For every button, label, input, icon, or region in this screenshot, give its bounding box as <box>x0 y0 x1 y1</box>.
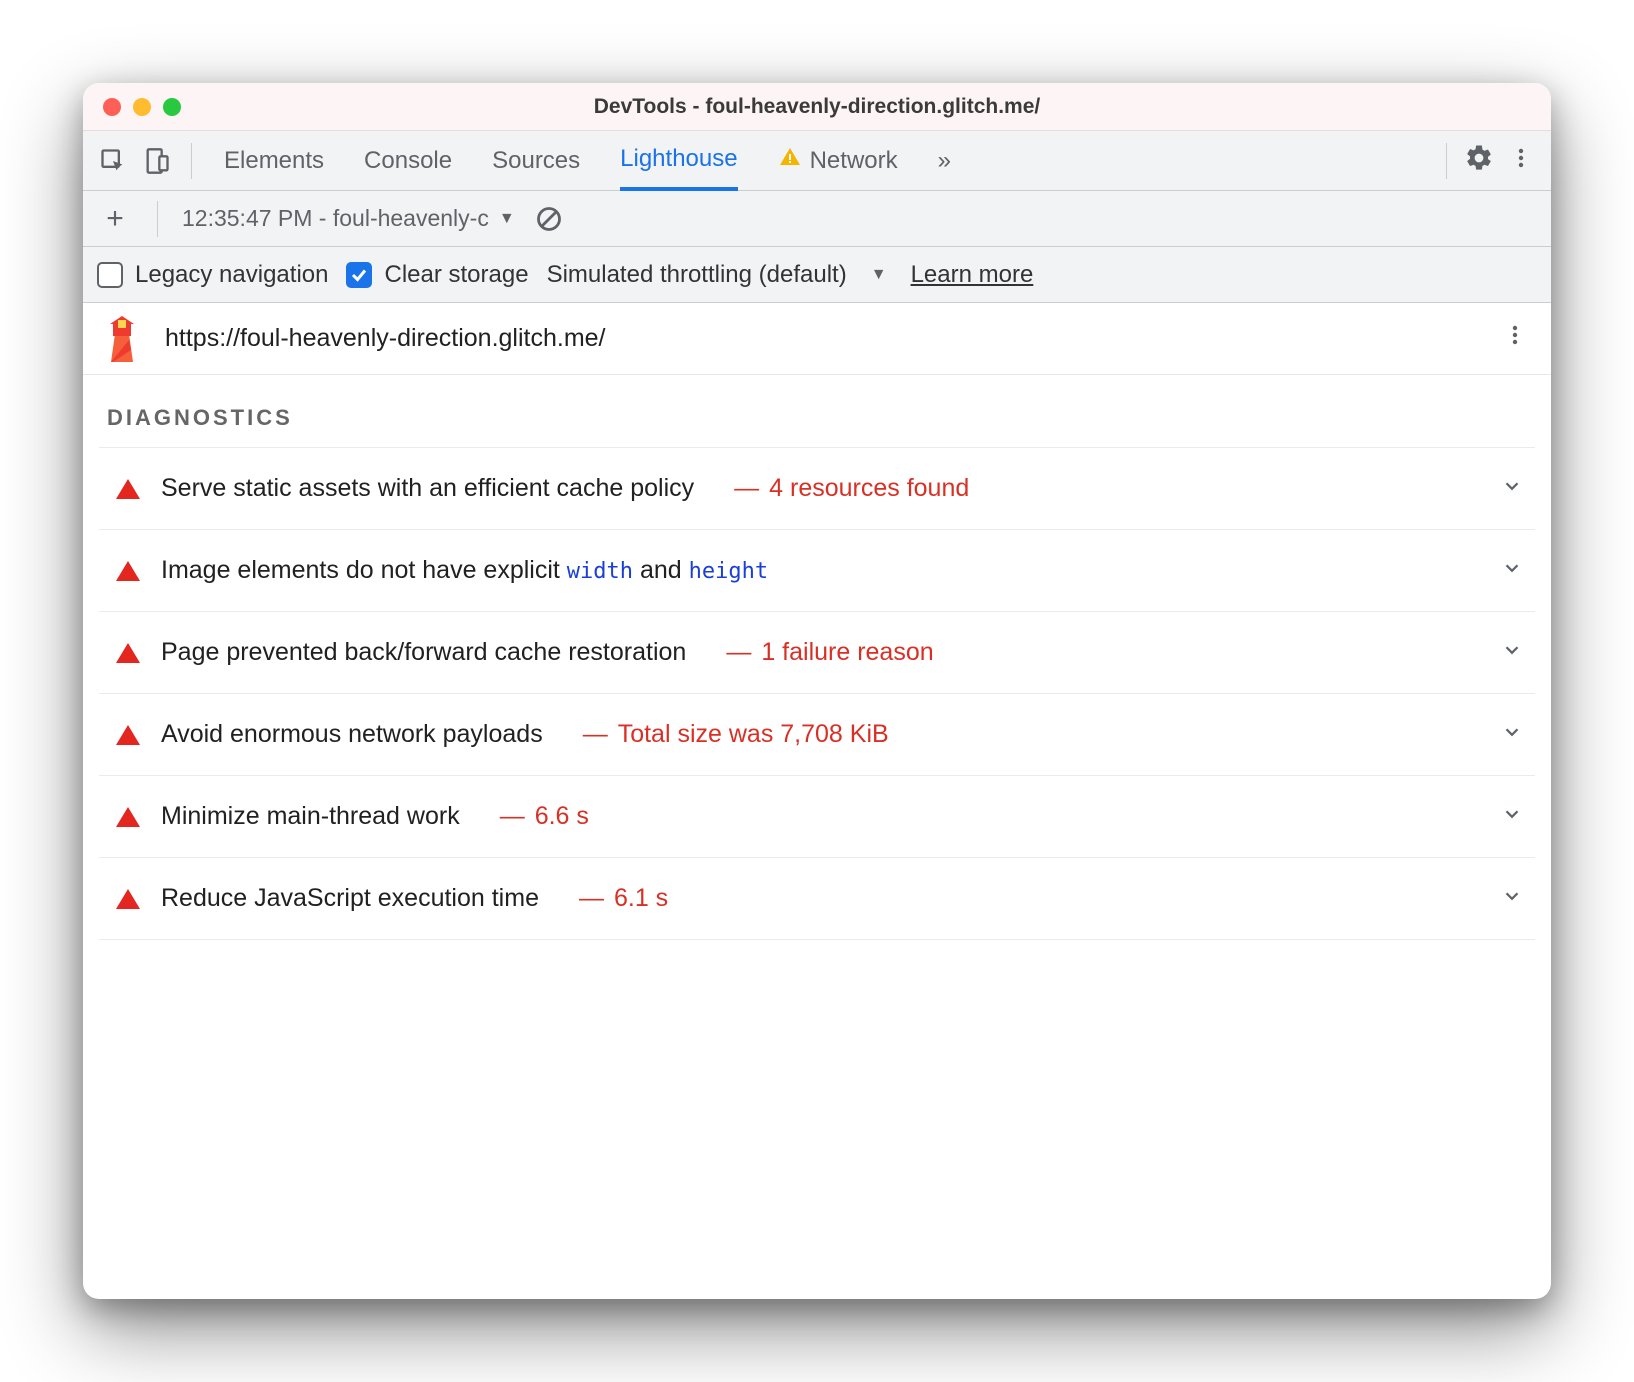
clear-report-button[interactable] <box>531 201 567 237</box>
chevron-down-icon <box>1501 639 1523 666</box>
fail-triangle-icon <box>117 725 139 745</box>
close-window-button[interactable] <box>103 98 121 116</box>
clear-icon <box>535 205 563 233</box>
audit-title: Reduce JavaScript execution time <box>161 884 539 913</box>
devtools-tabstrip: Elements Console Sources Lighthouse Netw… <box>83 131 1551 191</box>
throttling-dropdown[interactable]: ▼ <box>865 266 893 284</box>
report-url-row: https://foul-heavenly-direction.glitch.m… <box>83 303 1551 375</box>
audit-title: Page prevented back/forward cache restor… <box>161 638 686 667</box>
audit-title: Minimize main-thread work <box>161 802 460 831</box>
diagnostics-list: Serve static assets with an efficient ca… <box>83 447 1551 960</box>
tab-sources[interactable]: Sources <box>492 131 580 191</box>
audit-row[interactable]: Avoid enormous network payloads —Total s… <box>99 693 1535 775</box>
divider <box>1446 143 1447 179</box>
throttling-label: Simulated throttling (default) <box>547 261 847 289</box>
audit-row[interactable]: Serve static assets with an efficient ca… <box>99 447 1535 529</box>
chevron-down-icon <box>1501 885 1523 912</box>
checkbox-icon <box>97 262 123 288</box>
audit-detail: —4 resources found <box>720 474 969 503</box>
fail-triangle-icon <box>117 479 139 499</box>
toolbar-right <box>1438 143 1539 179</box>
lighthouse-options: Legacy navigation Clear storage Simulate… <box>83 247 1551 303</box>
divider <box>191 143 192 179</box>
tab-network[interactable]: Network <box>778 131 898 191</box>
audit-detail: —6.6 s <box>486 802 589 831</box>
kebab-icon <box>1503 323 1527 354</box>
tabs-overflow-button[interactable]: » <box>938 131 951 191</box>
warning-icon <box>778 145 802 176</box>
clear-storage-toggle[interactable]: Clear storage <box>346 261 528 289</box>
more-button[interactable] <box>1503 143 1539 179</box>
checkbox-checked-icon <box>346 262 372 288</box>
legacy-label: Legacy navigation <box>135 261 328 289</box>
gear-icon <box>1464 143 1494 178</box>
audit-title: Avoid enormous network payloads <box>161 720 543 749</box>
tab-lighthouse[interactable]: Lighthouse <box>620 131 737 191</box>
audit-row[interactable]: Image elements do not have explicit widt… <box>99 529 1535 611</box>
audit-detail: —Total size was 7,708 KiB <box>569 720 889 749</box>
chevron-down-icon <box>1501 557 1523 584</box>
legacy-navigation-toggle[interactable]: Legacy navigation <box>97 261 328 289</box>
learn-more-link[interactable]: Learn more <box>911 261 1034 289</box>
report-menu-button[interactable] <box>1497 321 1533 357</box>
audit-title: Serve static assets with an efficient ca… <box>161 474 694 503</box>
report-selector[interactable]: 12:35:47 PM - foul-heavenly-c ▼ <box>182 205 515 232</box>
lighthouse-toolbar: + 12:35:47 PM - foul-heavenly-c ▼ <box>83 191 1551 247</box>
window-title: DevTools - foul-heavenly-direction.glitc… <box>83 95 1551 119</box>
new-report-button[interactable]: + <box>97 201 133 237</box>
kebab-icon <box>1509 146 1533 175</box>
panel-tabs: Elements Console Sources Lighthouse Netw… <box>224 131 1430 191</box>
dropdown-icon: ▼ <box>499 210 515 228</box>
inspect-element-icon[interactable] <box>95 143 131 179</box>
clear-storage-label: Clear storage <box>384 261 528 289</box>
minimize-window-button[interactable] <box>133 98 151 116</box>
audit-detail: —6.1 s <box>565 884 668 913</box>
fail-triangle-icon <box>117 889 139 909</box>
fail-triangle-icon <box>117 643 139 663</box>
lighthouse-icon <box>101 316 143 362</box>
maximize-window-button[interactable] <box>163 98 181 116</box>
window-titlebar: DevTools - foul-heavenly-direction.glitc… <box>83 83 1551 131</box>
tab-network-label: Network <box>810 147 898 175</box>
audit-title: Image elements do not have explicit widt… <box>161 556 768 585</box>
settings-button[interactable] <box>1461 143 1497 179</box>
chevron-down-icon <box>1501 721 1523 748</box>
report-url: https://foul-heavenly-direction.glitch.m… <box>165 324 606 353</box>
divider <box>157 201 158 237</box>
audit-row[interactable]: Reduce JavaScript execution time —6.1 s <box>99 857 1535 940</box>
device-toolbar-icon[interactable] <box>139 143 175 179</box>
devtools-window: DevTools - foul-heavenly-direction.glitc… <box>83 83 1551 1299</box>
fail-triangle-icon <box>117 807 139 827</box>
traffic-lights <box>83 98 181 116</box>
tab-console[interactable]: Console <box>364 131 452 191</box>
fail-triangle-icon <box>117 561 139 581</box>
chevron-down-icon <box>1501 475 1523 502</box>
chevron-down-icon <box>1501 803 1523 830</box>
report-selector-label: 12:35:47 PM - foul-heavenly-c <box>182 205 489 232</box>
audit-detail: —1 failure reason <box>712 638 933 667</box>
tab-elements[interactable]: Elements <box>224 131 324 191</box>
audit-row[interactable]: Minimize main-thread work —6.6 s <box>99 775 1535 857</box>
diagnostics-heading: DIAGNOSTICS <box>83 375 1551 447</box>
audit-row[interactable]: Page prevented back/forward cache restor… <box>99 611 1535 693</box>
